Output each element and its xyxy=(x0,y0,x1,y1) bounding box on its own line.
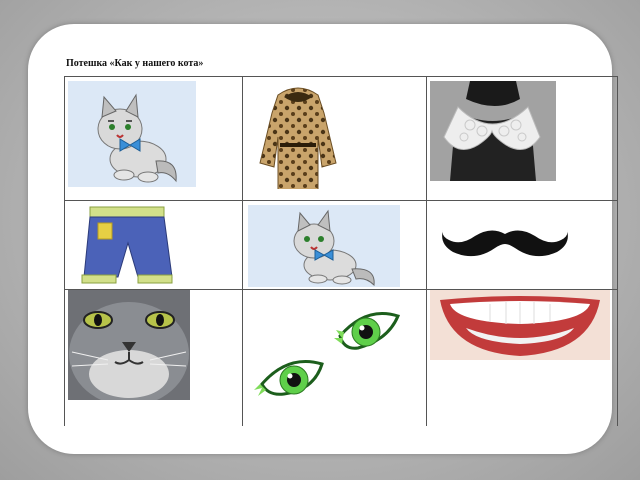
mustache-picture xyxy=(430,204,580,284)
table-divider-1 xyxy=(242,76,243,426)
trousers-picture xyxy=(68,205,184,287)
kitten-picture-2 xyxy=(248,205,400,287)
cat-face-picture xyxy=(68,290,190,400)
green-eyes-picture xyxy=(246,292,408,418)
page-title: Потешка «Как у нашего кота» xyxy=(66,58,204,69)
table-divider-2 xyxy=(426,76,427,426)
lace-collar-picture xyxy=(430,81,556,181)
table-border-right xyxy=(617,76,618,426)
teeth-smile-picture xyxy=(430,290,610,360)
fur-coat-picture xyxy=(248,81,348,189)
table-border-left xyxy=(64,76,65,426)
table-border-top xyxy=(64,76,618,77)
picture-table xyxy=(64,76,618,426)
kitten-picture xyxy=(68,81,196,187)
table-row-divider-1 xyxy=(64,200,618,201)
